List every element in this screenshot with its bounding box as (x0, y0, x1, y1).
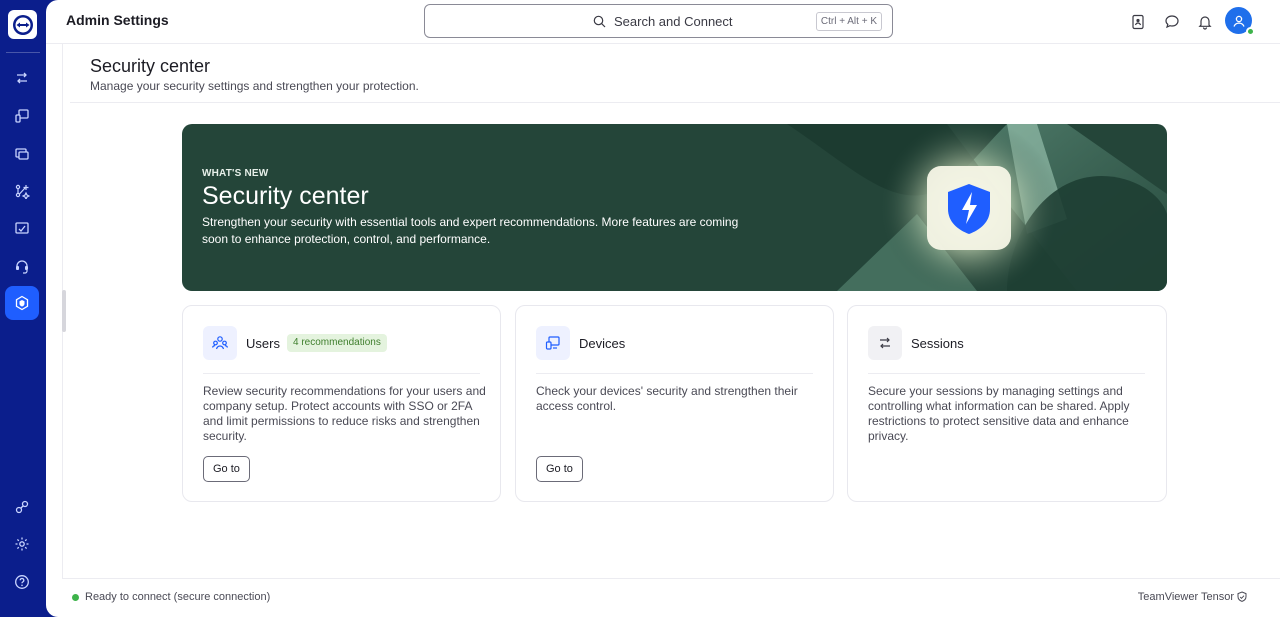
content-area: Security center Manage your security set… (62, 44, 1280, 578)
support-icon (16, 260, 28, 274)
search-and-connect-box[interactable]: Search and Connect Ctrl + Alt + K (424, 4, 893, 38)
devices-card: Devices Check your devices' security and… (515, 305, 834, 502)
users-card-title: Users (246, 336, 280, 351)
app-title: Admin Settings (66, 12, 169, 28)
sessions-icon (15, 148, 29, 160)
connection-status-dot (72, 594, 79, 601)
rail-item-settings[interactable] (5, 527, 39, 561)
recommendations-badge: 4 recommendations (287, 334, 387, 352)
chat-button[interactable] (1162, 12, 1182, 32)
banner-title: Security center (202, 182, 369, 210)
rail-item-remote-connect[interactable] (5, 61, 39, 95)
rail-item-help[interactable] (5, 565, 39, 599)
teamviewer-logo-icon[interactable] (8, 10, 37, 39)
status-bar: Ready to connect (secure connection) Tea… (62, 578, 1280, 617)
users-go-to-button[interactable]: Go to (203, 456, 250, 482)
rail-item-integrations[interactable] (5, 174, 39, 208)
rail-divider (6, 52, 40, 53)
security-center-icon (15, 295, 29, 311)
page-subtitle: Manage your security settings and streng… (90, 79, 419, 93)
user-icon (1232, 15, 1245, 27)
devices-card-icon-box (536, 326, 570, 360)
devices-icon (15, 109, 29, 123)
user-avatar[interactable] (1225, 7, 1255, 36)
rail-item-security-center[interactable] (5, 286, 39, 320)
sessions-card-description: Secure your sessions by managing setting… (868, 384, 1130, 443)
notifications-button[interactable] (1195, 12, 1215, 32)
chat-icon (1165, 15, 1179, 29)
card-divider (536, 373, 813, 374)
left-nav-rail (0, 0, 46, 617)
product-name: TeamViewer Tensor (1137, 591, 1234, 603)
rail-item-sessions[interactable] (5, 137, 39, 171)
sessions-card-title: Sessions (911, 336, 964, 351)
card-divider (203, 373, 480, 374)
card-divider (868, 373, 1145, 374)
address-book-icon (1132, 14, 1144, 30)
users-card-icon-box (203, 326, 237, 360)
users-card: Users 4 recommendations Review security … (182, 305, 501, 502)
page-title: Security center (90, 56, 211, 76)
integrations-icon (15, 184, 30, 199)
page-header: Security center Manage your security set… (70, 44, 1280, 103)
search-icon (593, 15, 606, 28)
settings-icon (15, 537, 29, 551)
devices-icon (545, 336, 560, 350)
users-icon (211, 336, 229, 350)
connections-icon (15, 500, 29, 514)
search-shortcut-hint: Ctrl + Alt + K (815, 12, 882, 31)
search-label: Search and Connect (614, 14, 733, 29)
devices-go-to-button[interactable]: Go to (536, 456, 583, 482)
help-icon (15, 575, 29, 589)
sessions-card-icon-box (868, 326, 902, 360)
remote-connect-icon (17, 72, 27, 84)
address-book-button[interactable] (1128, 12, 1148, 32)
banner-illustration (787, 124, 1167, 291)
panel-resize-handle[interactable] (62, 290, 66, 332)
management-icon (15, 222, 29, 234)
rail-item-support[interactable] (5, 249, 39, 283)
transfer-arrows-icon (880, 337, 890, 349)
rail-item-management[interactable] (5, 211, 39, 245)
rail-item-devices[interactable] (5, 99, 39, 133)
bell-icon (1198, 16, 1212, 30)
banner-kicker: WHAT'S NEW (202, 168, 269, 179)
devices-card-description: Check your devices' security and strengt… (536, 384, 798, 413)
users-card-description: Review security recommendations for your… (203, 384, 486, 443)
whats-new-banner: WHAT'S NEW Security center Strengthen yo… (182, 124, 1167, 291)
banner-description: Strengthen your security with essential … (202, 215, 739, 246)
shield-check-icon (1237, 591, 1247, 602)
devices-card-title: Devices (579, 336, 626, 351)
sessions-card: Sessions Secure your sessions by managin… (847, 305, 1167, 502)
main-panel: Admin Settings Search and Connect Ctrl +… (46, 0, 1280, 617)
connection-status-text: Ready to connect (secure connection) (85, 591, 271, 603)
rail-item-connections[interactable] (5, 490, 39, 524)
online-status-dot (1246, 27, 1255, 36)
top-bar: Admin Settings Search and Connect Ctrl +… (46, 0, 1280, 44)
